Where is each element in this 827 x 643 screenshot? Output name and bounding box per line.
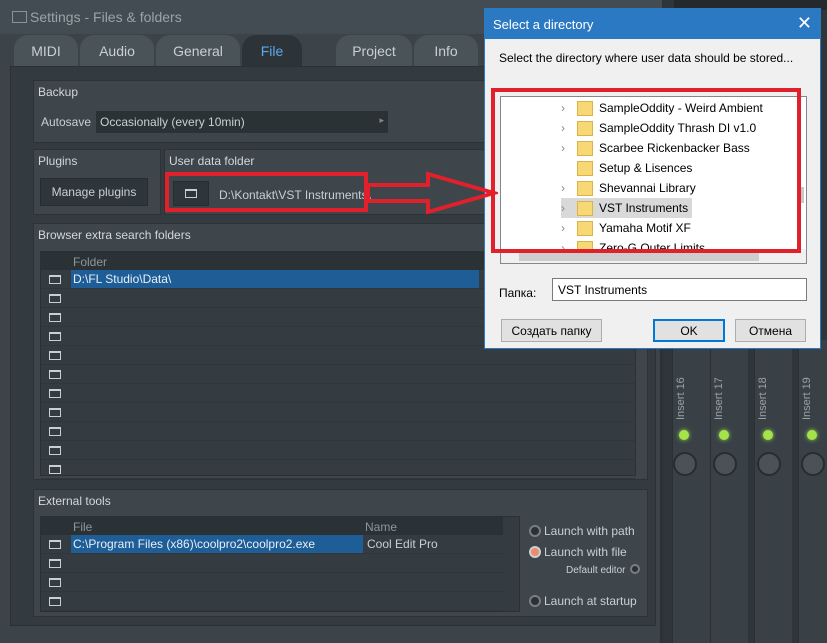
autosave-label: Autosave: [41, 115, 92, 129]
insert-label: Insert 19: [801, 377, 813, 420]
mixer-strip-18[interactable]: Insert 18: [754, 340, 792, 643]
section-title: Plugins: [38, 154, 78, 168]
pan-knob[interactable]: [757, 452, 781, 476]
section-title: Backup: [38, 85, 79, 99]
insert-label: Insert 17: [713, 377, 725, 420]
pan-knob[interactable]: [673, 452, 697, 476]
external-tool-row[interactable]: [41, 592, 503, 611]
folder-icon: [49, 331, 61, 341]
launch-with-path-radio[interactable]: Launch with path: [529, 522, 635, 540]
tab-file[interactable]: File: [242, 35, 302, 66]
tab-general[interactable]: General: [156, 35, 240, 66]
mixer-strip-19[interactable]: Insert 19: [798, 340, 827, 643]
folder-icon: [49, 312, 61, 322]
dialog-title-bar: Select a directory ✕: [485, 9, 820, 39]
autosave-dropdown[interactable]: Occasionally (every 10min) ▸: [96, 111, 388, 133]
mixer-strip-17[interactable]: Insert 17: [710, 340, 748, 643]
browser-folder-row[interactable]: [41, 422, 635, 441]
create-folder-button[interactable]: Создать папку: [501, 319, 602, 342]
tab-info[interactable]: Info: [414, 35, 478, 66]
tab-midi[interactable]: MIDI: [14, 35, 78, 66]
annotation-highlight-tree: [491, 88, 801, 253]
folder-icon: [49, 350, 61, 360]
folder-icon: [49, 388, 61, 398]
plugins-section: Plugins Manage plugins: [33, 149, 161, 215]
external-tools-section: External tools File Name C:\Program Files…: [33, 489, 648, 617]
cancel-button[interactable]: Отмена: [735, 319, 806, 342]
launch-with-file-radio[interactable]: Launch with file: [529, 543, 627, 561]
browser-folder-row[interactable]: [41, 384, 635, 403]
column-header-file: File: [73, 520, 93, 534]
insert-label: Insert 16: [675, 377, 687, 420]
led-icon[interactable]: [807, 430, 817, 440]
chevron-right-icon: ▸: [379, 115, 384, 125]
close-icon[interactable]: ✕: [797, 13, 812, 34]
folder-label: Папка:: [499, 286, 537, 300]
external-tool-row[interactable]: C:\Program Files (x86)\coolpro2\coolpro2…: [41, 535, 503, 554]
folder-icon: [49, 369, 61, 379]
folder-icon: [49, 445, 61, 455]
insert-label: Insert 18: [757, 377, 769, 420]
folder-icon: [49, 577, 61, 587]
tab-audio[interactable]: Audio: [80, 35, 154, 66]
annotation-arrow-icon: [366, 171, 498, 215]
folder-icon: [49, 596, 61, 606]
section-title: User data folder: [169, 154, 255, 168]
launch-at-startup-radio[interactable]: Launch at startup: [529, 592, 637, 610]
dialog-prompt: Select the directory where user data sho…: [499, 51, 794, 65]
section-title: External tools: [38, 494, 111, 508]
folder-icon: [49, 274, 61, 284]
external-tool-row[interactable]: [41, 554, 503, 573]
dialog-title: Select a directory: [493, 17, 594, 32]
folder-icon: [49, 426, 61, 436]
browser-folder-row[interactable]: [41, 403, 635, 422]
tab-project[interactable]: Project: [336, 35, 412, 66]
window-title: Settings - Files & folders: [30, 9, 182, 25]
led-icon[interactable]: [763, 430, 773, 440]
pan-knob[interactable]: [801, 452, 825, 476]
manage-plugins-button[interactable]: Manage plugins: [40, 178, 148, 206]
default-editor-radio[interactable]: Default editor: [566, 560, 643, 578]
folder-icon: [49, 407, 61, 417]
mixer-strip-16[interactable]: Insert 16: [672, 340, 710, 643]
folder-icon: [49, 539, 61, 549]
column-header-name: Name: [365, 520, 398, 534]
external-tools-table: File Name C:\Program Files (x86)\coolpro2…: [40, 516, 520, 612]
browser-folder-row[interactable]: [41, 441, 635, 460]
led-icon[interactable]: [679, 430, 689, 440]
section-title: Browser extra search folders: [38, 228, 191, 242]
folder-icon: [49, 293, 61, 303]
led-icon[interactable]: [719, 430, 729, 440]
folder-icon: [49, 464, 61, 474]
annotation-highlight-path: [165, 172, 368, 212]
ok-button[interactable]: OK: [653, 319, 725, 342]
folder-name-input[interactable]: VST Instruments: [552, 278, 807, 301]
folder-icon: [49, 558, 61, 568]
folder-icon: [12, 11, 27, 23]
browser-folder-row[interactable]: [41, 365, 635, 384]
browser-folder-row[interactable]: [41, 460, 635, 479]
pan-knob[interactable]: [713, 452, 737, 476]
external-tool-row[interactable]: [41, 573, 503, 592]
